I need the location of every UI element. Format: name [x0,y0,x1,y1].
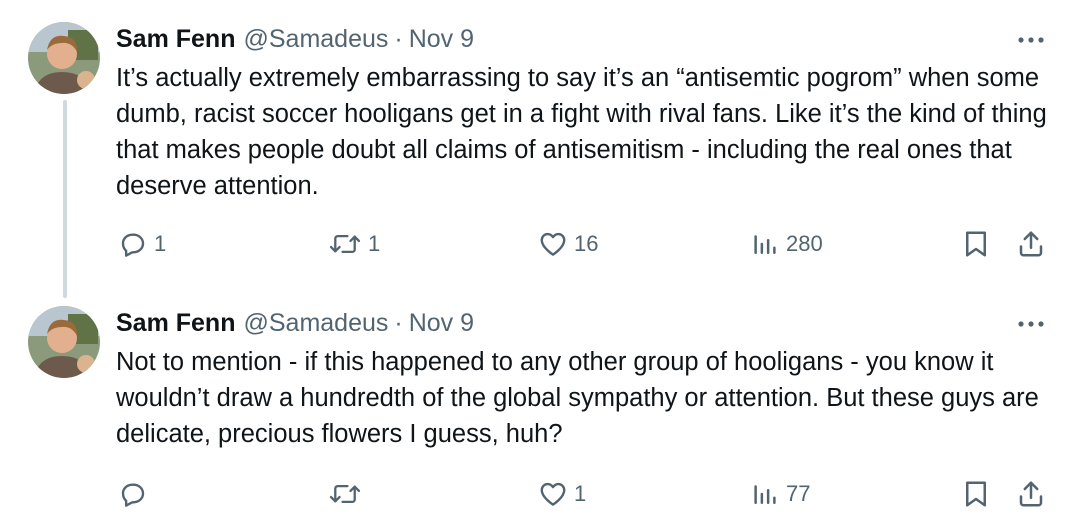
views-button[interactable]: 280 [750,224,823,264]
like-count: 1 [574,481,587,506]
more-horizontal-icon [1018,37,1044,43]
retweet-count: 1 [368,231,381,256]
like-button[interactable]: 1 [538,474,586,514]
separator-dot: · [394,24,403,53]
bookmark-icon [966,231,986,257]
more-options-button[interactable] [1016,28,1046,52]
share-upload-icon [1019,481,1043,507]
heart-icon [540,482,566,506]
views-button[interactable]: 77 [750,474,810,514]
tweet-actions: 1 1 16 280 [116,224,1056,264]
tweet-header: Sam Fenn @Samadeus · Nov 9 [116,306,474,340]
view-count: 77 [786,481,811,506]
avatar[interactable] [28,22,100,94]
reply-button[interactable] [118,474,154,514]
tweet[interactable]: Sam Fenn @Samadeus · Nov 9 It’s actually… [0,0,1076,290]
reply-count: 1 [154,231,167,256]
retweet-button[interactable]: 1 [328,224,380,264]
like-count: 16 [574,231,599,256]
reply-bubble-icon [121,233,145,257]
tweet-header: Sam Fenn @Samadeus · Nov 9 [116,22,474,56]
retweet-icon [329,234,361,254]
reply-button[interactable]: 1 [118,224,166,264]
tweet-text: Not to mention - if this happened to any… [116,348,1039,448]
tweet-text: It’s actually extremely embarrassing to … [116,64,1047,200]
user-handle[interactable]: @Samadeus [243,25,388,54]
share-upload-icon [1019,231,1043,257]
retweet-icon [329,484,361,504]
share-button[interactable] [1016,224,1046,264]
more-horizontal-icon [1018,321,1044,327]
separator-dot: · [394,308,403,337]
tweet-date[interactable]: Nov 9 [409,25,474,54]
view-count: 280 [786,231,823,256]
bookmark-button[interactable] [962,224,990,264]
display-name[interactable]: Sam Fenn [116,309,235,338]
bar-chart-icon [754,235,776,254]
user-handle[interactable]: @Samadeus [243,309,388,338]
display-name[interactable]: Sam Fenn [116,25,235,54]
more-options-button[interactable] [1016,312,1046,336]
retweet-button[interactable] [328,474,368,514]
avatar[interactable] [28,306,100,378]
bookmark-button[interactable] [962,474,990,514]
reply-bubble-icon [121,483,145,507]
share-button[interactable] [1016,474,1046,514]
bar-chart-icon [754,485,776,504]
like-button[interactable]: 16 [538,224,598,264]
bookmark-icon [966,481,986,507]
heart-icon [540,232,566,256]
tweet-actions: 1 77 [116,474,1056,514]
tweet-date[interactable]: Nov 9 [409,309,474,338]
tweet[interactable]: Sam Fenn @Samadeus · Nov 9 Not to mentio… [0,290,1076,532]
